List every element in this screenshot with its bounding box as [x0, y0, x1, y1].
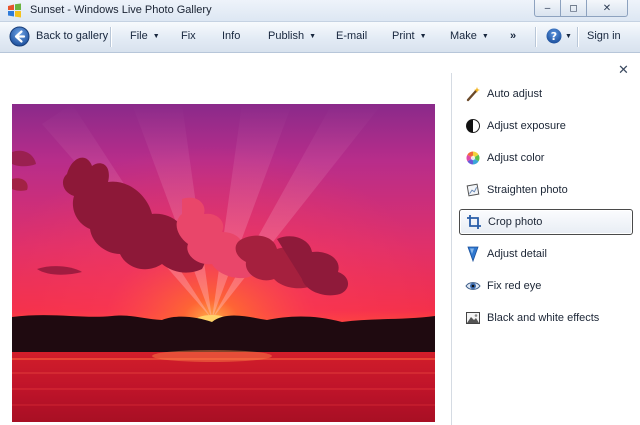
crop-icon: [467, 215, 481, 229]
crop-photo-label: Crop photo: [488, 216, 543, 228]
window-title: Sunset - Windows Live Photo Gallery: [30, 4, 212, 16]
command-bar: Back to gallery File ▼ Fix Info Publish ▼ …: [0, 22, 640, 53]
toolbar-separator: [535, 27, 537, 47]
adjust-detail-label: Adjust detail: [487, 248, 547, 260]
straighten-icon: [466, 183, 480, 197]
photo-gallery-app-icon: [8, 3, 21, 18]
red-eye-icon: [465, 282, 481, 290]
email-button[interactable]: E-mail: [336, 30, 367, 42]
publish-menu-label: Publish: [268, 30, 305, 42]
toolbar-separator: [577, 27, 579, 47]
fix-red-eye-label: Fix red eye: [487, 280, 542, 292]
color-wheel-icon: [466, 151, 480, 165]
fix-button[interactable]: Fix: [181, 30, 196, 42]
svg-text:?: ?: [551, 30, 557, 43]
print-menu-label: Print: [392, 30, 415, 42]
straighten-photo-label: Straighten photo: [487, 184, 568, 196]
adjust-exposure-label: Adjust exposure: [487, 120, 566, 132]
auto-adjust-label: Auto adjust: [487, 88, 543, 100]
chevron-down-icon: ▼: [152, 33, 160, 40]
magic-wand-icon: [466, 87, 480, 102]
chevron-down-icon: ▼: [309, 33, 317, 40]
file-menu-label: File: [130, 30, 148, 42]
adjust-exposure-item[interactable]: Adjust exposure: [459, 113, 633, 139]
black-and-white-effects-label: Black and white effects: [487, 312, 600, 324]
make-menu[interactable]: Make ▼: [450, 30, 489, 42]
make-menu-label: Make: [450, 30, 477, 42]
adjust-color-item[interactable]: Adjust color: [459, 145, 633, 171]
adjust-detail-item[interactable]: Adjust detail: [459, 241, 633, 267]
close-fix-pane-button[interactable]: ✕: [618, 62, 629, 78]
crop-photo-item[interactable]: Crop photo: [459, 209, 633, 235]
straighten-photo-item[interactable]: Straighten photo: [459, 177, 633, 203]
pane-divider: [451, 73, 452, 425]
black-and-white-effects-item[interactable]: Black and white effects: [459, 305, 633, 331]
minimize-button[interactable]: ‒: [534, 0, 561, 17]
detail-icon: [467, 246, 479, 262]
help-icon[interactable]: ?: [546, 28, 562, 44]
publish-menu[interactable]: Publish ▼: [268, 30, 316, 42]
fix-red-eye-item[interactable]: Fix red eye: [459, 273, 633, 299]
title-bar: Sunset - Windows Live Photo Gallery ‒ ◻ …: [0, 0, 640, 22]
exposure-icon: [466, 119, 480, 133]
maximize-button[interactable]: ◻: [560, 0, 587, 17]
auto-adjust-item[interactable]: Auto adjust: [459, 81, 633, 107]
chevron-down-icon: ▼: [481, 33, 489, 40]
help-menu-chevron[interactable]: ▼: [565, 33, 572, 40]
chevron-down-icon: ▼: [419, 33, 427, 40]
toolbar-separator: [110, 27, 112, 47]
file-menu[interactable]: File ▼: [130, 30, 160, 42]
window-controls: ‒ ◻ ✕: [534, 0, 628, 17]
back-arrow-icon[interactable]: [9, 26, 30, 47]
close-window-button[interactable]: ✕: [586, 0, 628, 17]
adjust-color-label: Adjust color: [487, 152, 545, 164]
info-button[interactable]: Info: [222, 30, 240, 42]
overflow-button[interactable]: »: [510, 30, 516, 42]
print-menu[interactable]: Print ▼: [392, 30, 427, 42]
sign-in-link[interactable]: Sign in: [587, 30, 621, 42]
back-to-gallery-button[interactable]: Back to gallery: [36, 30, 108, 42]
black-white-icon: [466, 312, 480, 324]
photo-viewer: ✕ Auto adjust Adjust exposure Adjust col…: [0, 53, 640, 425]
sunset-photo: [12, 104, 435, 422]
